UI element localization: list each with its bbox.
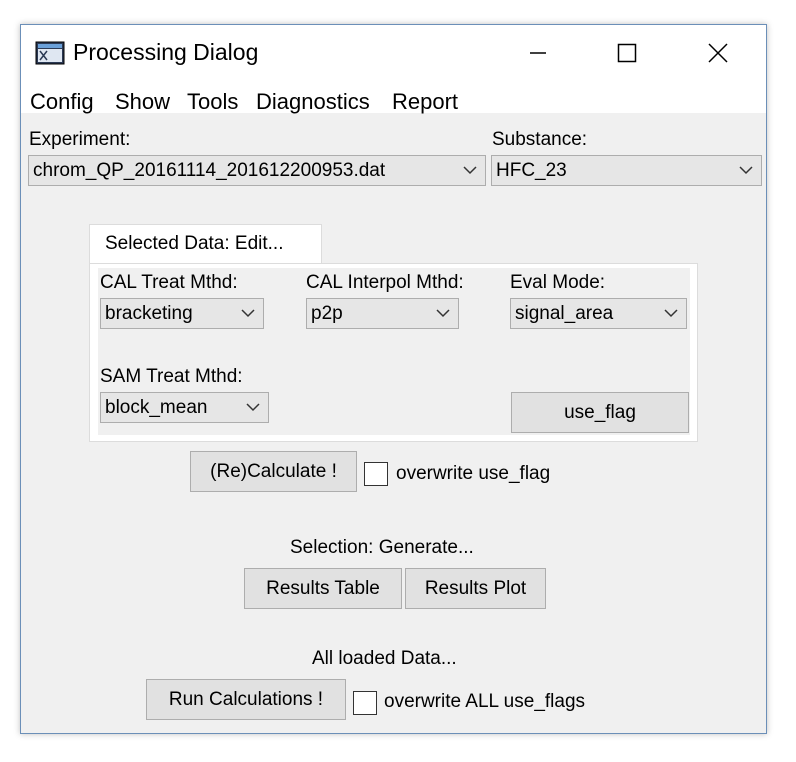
all-loaded-data-label: All loaded Data...	[312, 648, 457, 669]
selection-label: Selection: Generate...	[290, 537, 474, 558]
overwrite-all-use-flags-checkbox[interactable]	[353, 691, 377, 715]
experiment-label: Experiment:	[29, 129, 131, 150]
eval-mode-label: Eval Mode:	[510, 272, 606, 293]
title-bar: Processing Dialog Config Show Tools Diag…	[21, 25, 766, 115]
results-table-button[interactable]: Results Table	[244, 568, 402, 609]
eval-mode-value: signal_area	[515, 303, 614, 324]
chevron-down-icon	[463, 166, 477, 175]
chevron-down-icon	[436, 309, 450, 318]
sam-treat-label: SAM Treat Mthd:	[100, 366, 243, 387]
cal-interpol-value: p2p	[311, 303, 343, 324]
maximize-icon	[617, 43, 637, 63]
menu-show[interactable]: Show	[115, 89, 170, 115]
eval-mode-select[interactable]: signal_area	[510, 298, 687, 329]
sam-treat-value: block_mean	[105, 397, 208, 418]
experiment-value: chrom_QP_20161114_201612200953.dat	[33, 160, 386, 181]
selected-data-panel-body: CAL Treat Mthd: bracketing CAL Interpol …	[98, 268, 690, 435]
menu-config[interactable]: Config	[30, 89, 94, 115]
overwrite-all-use-flags-label: overwrite ALL use_flags	[384, 691, 586, 712]
cal-treat-value: bracketing	[105, 303, 193, 324]
chevron-down-icon	[664, 309, 678, 318]
minimize-button[interactable]	[494, 25, 582, 81]
maximize-button[interactable]	[583, 25, 671, 81]
minimize-icon	[530, 52, 546, 54]
menu-report[interactable]: Report	[392, 89, 458, 115]
chevron-down-icon	[246, 403, 260, 412]
app-window-icon	[35, 41, 65, 65]
experiment-select[interactable]: chrom_QP_20161114_201612200953.dat	[28, 155, 486, 186]
cal-interpol-label: CAL Interpol Mthd:	[306, 272, 464, 293]
cal-treat-select[interactable]: bracketing	[100, 298, 264, 329]
overwrite-use-flag-checkbox[interactable]	[364, 462, 388, 486]
menu-tools[interactable]: Tools	[187, 89, 238, 115]
results-plot-button[interactable]: Results Plot	[405, 568, 546, 609]
processing-dialog-window: Processing Dialog Config Show Tools Diag…	[20, 24, 767, 734]
substance-value: HFC_23	[496, 160, 567, 181]
substance-label: Substance:	[492, 129, 588, 150]
sam-treat-select[interactable]: block_mean	[100, 392, 269, 423]
close-button[interactable]	[674, 25, 762, 81]
menu-diagnostics[interactable]: Diagnostics	[256, 89, 370, 115]
substance-select[interactable]: HFC_23	[491, 155, 762, 186]
use-flag-button[interactable]: use_flag	[511, 392, 689, 433]
run-calculations-button[interactable]: Run Calculations !	[146, 679, 346, 720]
chevron-down-icon	[739, 166, 753, 175]
tab-selected-data-label: Selected Data: Edit...	[105, 233, 284, 254]
cal-treat-label: CAL Treat Mthd:	[100, 272, 238, 293]
chevron-down-icon	[241, 309, 255, 318]
overwrite-use-flag-label: overwrite use_flag	[396, 463, 551, 484]
tab-selected-data[interactable]: Selected Data: Edit...	[89, 224, 322, 264]
cal-interpol-select[interactable]: p2p	[306, 298, 459, 329]
window-title: Processing Dialog	[73, 39, 259, 65]
recalculate-button[interactable]: (Re)Calculate !	[190, 451, 357, 492]
close-icon	[708, 43, 728, 63]
selected-data-panel: CAL Treat Mthd: bracketing CAL Interpol …	[89, 263, 698, 442]
